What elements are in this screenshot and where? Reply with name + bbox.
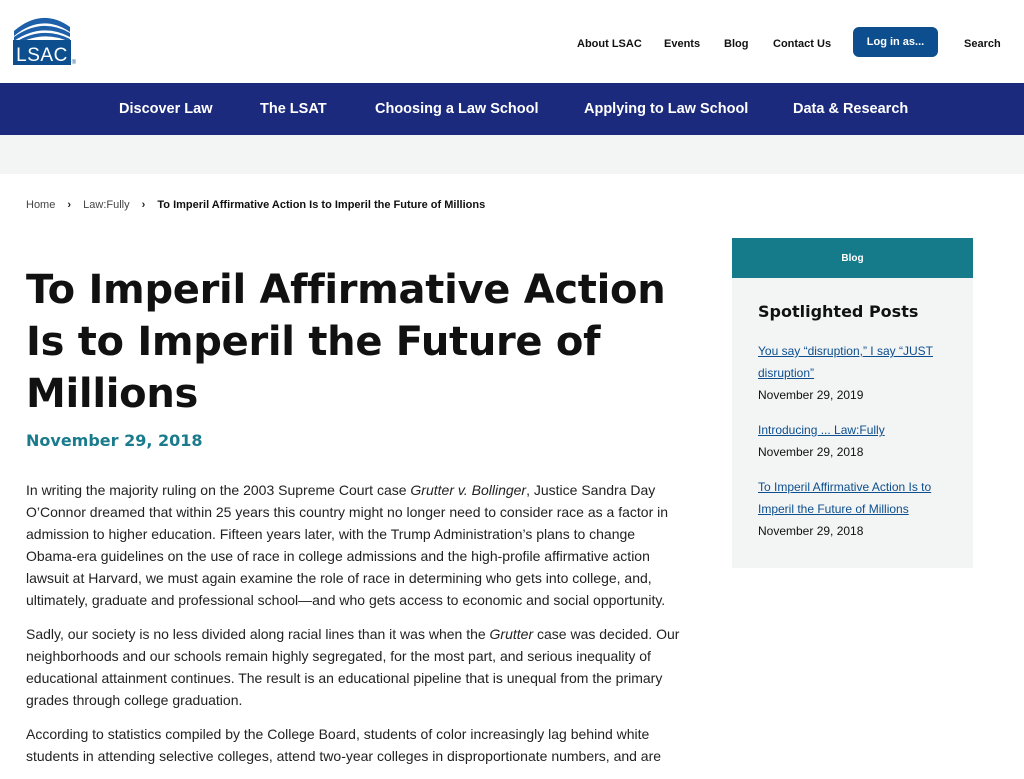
breadcrumb-separator: › [67,199,72,211]
nav-events[interactable]: Events [664,38,700,50]
spotlight-post-date: November 29, 2018 [758,524,864,538]
spotlight-post-link[interactable]: You say “disruption,” I say “JUST disrup… [758,340,947,384]
breadcrumb-lawfully[interactable]: Law:Fully [83,199,129,211]
main-nav: Discover Law The LSAT Choosing a Law Sch… [0,83,1024,135]
sidebar-heading: Spotlighted Posts [758,302,919,321]
breadcrumb-separator: › [141,199,146,211]
nav-blog[interactable]: Blog [724,38,748,50]
mainnav-the-lsat[interactable]: The LSAT [260,101,327,117]
nav-contact-us[interactable]: Contact Us [773,38,831,50]
login-button[interactable]: Log in as... [853,27,938,57]
utility-nav: About LSAC Events Blog Contact Us Log in… [0,0,1024,83]
article-paragraph: In writing the majority ruling on the 20… [26,482,669,608]
breadcrumb-home[interactable]: Home [26,199,55,211]
mainnav-discover-law[interactable]: Discover Law [119,101,213,117]
article-date: November 29, 2018 [26,431,203,450]
article-paragraph: According to statistics compiled by the … [26,726,662,764]
case-name: Grutter v. Bollinger [410,482,527,498]
spotlight-post-date: November 29, 2019 [758,388,864,402]
spotlight-post: Introducing ... Law:Fully November 29, 2… [732,419,973,463]
breadcrumb-current: To Imperil Affirmative Action Is to Impe… [157,199,486,211]
article-title: To Imperil Affirmative Action Is to Impe… [26,267,666,417]
site-header: LSAC ® About LSAC Events Blog Contact Us… [0,0,1024,83]
mainnav-applying-law-school[interactable]: Applying to Law School [584,101,748,117]
sidebar: Blog Spotlighted Posts You say “disrupti… [732,238,973,568]
mainnav-data-research[interactable]: Data & Research [793,101,908,117]
case-name: Grutter [489,626,534,642]
article-paragraph: Sadly, our society is no less divided al… [26,626,680,708]
spotlight-post-link[interactable]: Introducing ... Law:Fully [758,419,947,441]
article-body: In writing the majority ruling on the 20… [26,479,686,779]
spotlight-post-date: November 29, 2018 [758,445,864,459]
nav-about-lsac[interactable]: About LSAC [577,38,642,50]
sub-nav-bar [0,135,1024,174]
spotlight-post: You say “disruption,” I say “JUST disrup… [732,340,973,406]
sidebar-tab-blog[interactable]: Blog [732,238,973,278]
breadcrumb: Home › Law:Fully › To Imperil Affirmativ… [26,199,485,211]
spotlight-post-link[interactable]: To Imperil Affirmative Action Is to Impe… [758,476,947,520]
search-link[interactable]: Search [964,38,1001,50]
spotlight-post: To Imperil Affirmative Action Is to Impe… [732,476,973,542]
mainnav-choosing-law-school[interactable]: Choosing a Law School [375,101,539,117]
